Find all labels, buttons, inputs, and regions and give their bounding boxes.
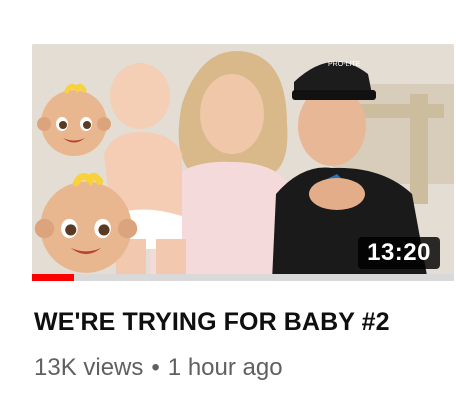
watch-progress-fill <box>32 274 75 281</box>
baby-face-emoji-bottom <box>34 172 138 273</box>
duration-badge: 13:20 <box>358 237 440 269</box>
video-thumbnail[interactable]: PRO-LITE 13:20 <box>32 44 454 281</box>
cap-text: PRO-LITE <box>328 61 361 68</box>
watch-progress-bar <box>32 274 454 281</box>
video-metadata: 13K views • 1 hour ago <box>34 354 283 382</box>
view-count: 13K views <box>34 354 144 381</box>
meta-separator: • <box>151 354 160 381</box>
video-card[interactable]: PRO-LITE 13:20 WE'RE TRYING FOR BABY #2 … <box>0 0 456 418</box>
upload-age: 1 hour ago <box>167 354 283 381</box>
baby-face-emoji-top <box>37 83 111 156</box>
video-title[interactable]: WE'RE TRYING FOR BABY #2 <box>34 308 390 337</box>
